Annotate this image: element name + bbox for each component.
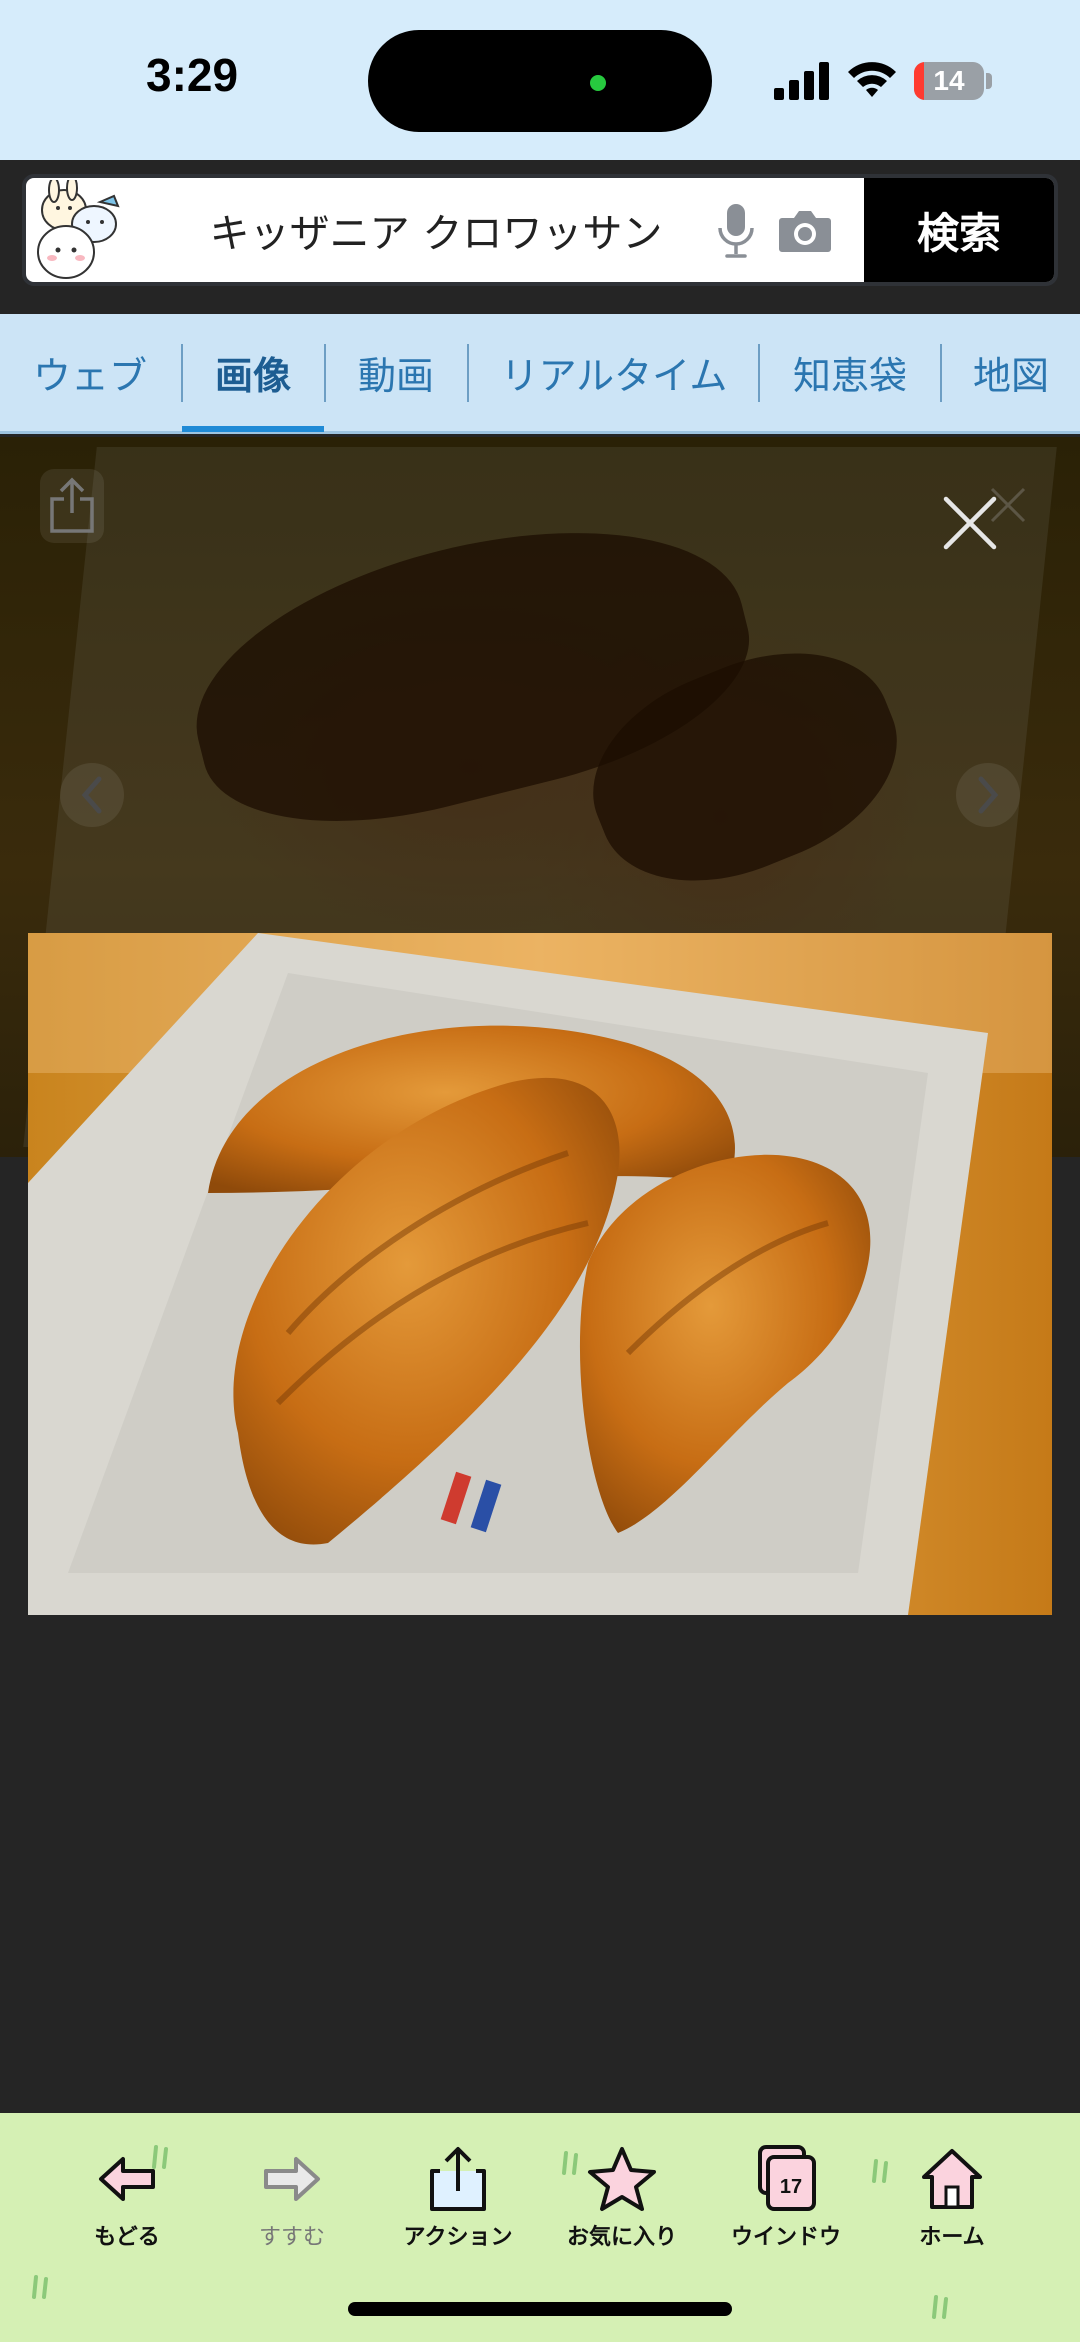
favorites-label: お気に入り xyxy=(566,2225,677,2250)
action-label: アクション xyxy=(403,2225,513,2250)
tab-chiebukuro[interactable]: 知恵袋 xyxy=(760,314,940,431)
share-icon xyxy=(430,2147,486,2211)
next-arrow-icon xyxy=(978,776,999,814)
grass-decoration-icon xyxy=(932,2295,948,2319)
prev-arrow-icon xyxy=(81,776,102,814)
home-icon xyxy=(922,2149,982,2209)
mascot-icon[interactable] xyxy=(30,180,134,282)
status-bar: 3:29 14 xyxy=(0,0,1080,160)
windows-label: ウインドウ xyxy=(730,2225,841,2250)
tab-images[interactable]: 画像 xyxy=(182,314,324,432)
signal-icon xyxy=(774,62,829,100)
favorites-button[interactable]: お気に入り xyxy=(547,2143,697,2263)
battery-cap xyxy=(986,73,992,89)
battery-level: 14 xyxy=(933,65,965,96)
forward-arrow-icon xyxy=(264,2157,320,2201)
tab-web[interactable]: ウェブ xyxy=(10,314,170,431)
croissant-photo xyxy=(28,933,1052,1615)
share-button[interactable] xyxy=(40,469,104,543)
home-indicator[interactable] xyxy=(348,2302,732,2316)
prev-image-button[interactable] xyxy=(60,763,124,827)
tab-videos[interactable]: 動画 xyxy=(326,314,466,431)
battery-icon: 14 xyxy=(914,62,984,100)
action-button[interactable]: アクション xyxy=(383,2143,533,2263)
tab-divider xyxy=(467,344,469,402)
windows-button[interactable]: 17 ウインドウ xyxy=(711,2143,861,2263)
image-viewer xyxy=(0,437,1080,2113)
tab-map[interactable]: 地図 xyxy=(942,314,1080,431)
search-button[interactable]: 検索 xyxy=(864,178,1054,282)
window-count: 17 xyxy=(780,2176,802,2198)
next-image-button[interactable] xyxy=(956,763,1020,827)
camera-icon[interactable] xyxy=(778,208,832,254)
mic-icon[interactable] xyxy=(716,202,756,260)
back-button[interactable]: もどる xyxy=(52,2143,202,2263)
windows-icon: 17 xyxy=(758,2145,816,2211)
star-icon xyxy=(588,2147,656,2211)
share-icon xyxy=(50,477,94,533)
grass-decoration-icon xyxy=(32,2275,48,2299)
status-time: 3:29 xyxy=(146,49,239,101)
camera-indicator-dot xyxy=(590,75,606,91)
main-image[interactable] xyxy=(28,933,1052,1615)
forward-label: すすむ xyxy=(258,2225,325,2250)
tab-realtime[interactable]: リアルタイム xyxy=(470,314,758,431)
wifi-icon xyxy=(848,62,896,97)
search-bar: 検索 xyxy=(22,174,1058,286)
search-type-tabs: ウェブ 画像 動画 リアルタイム 知恵袋 地図 xyxy=(0,314,1080,434)
home-button[interactable]: ホーム xyxy=(877,2143,1027,2263)
close-icon[interactable] xyxy=(940,493,1000,553)
back-label: もどる xyxy=(94,2225,160,2250)
home-label: ホーム xyxy=(919,2225,985,2250)
forward-button[interactable]: すすむ xyxy=(217,2143,367,2263)
back-arrow-icon xyxy=(99,2157,155,2201)
dynamic-island xyxy=(368,30,712,132)
search-input[interactable] xyxy=(176,178,696,282)
